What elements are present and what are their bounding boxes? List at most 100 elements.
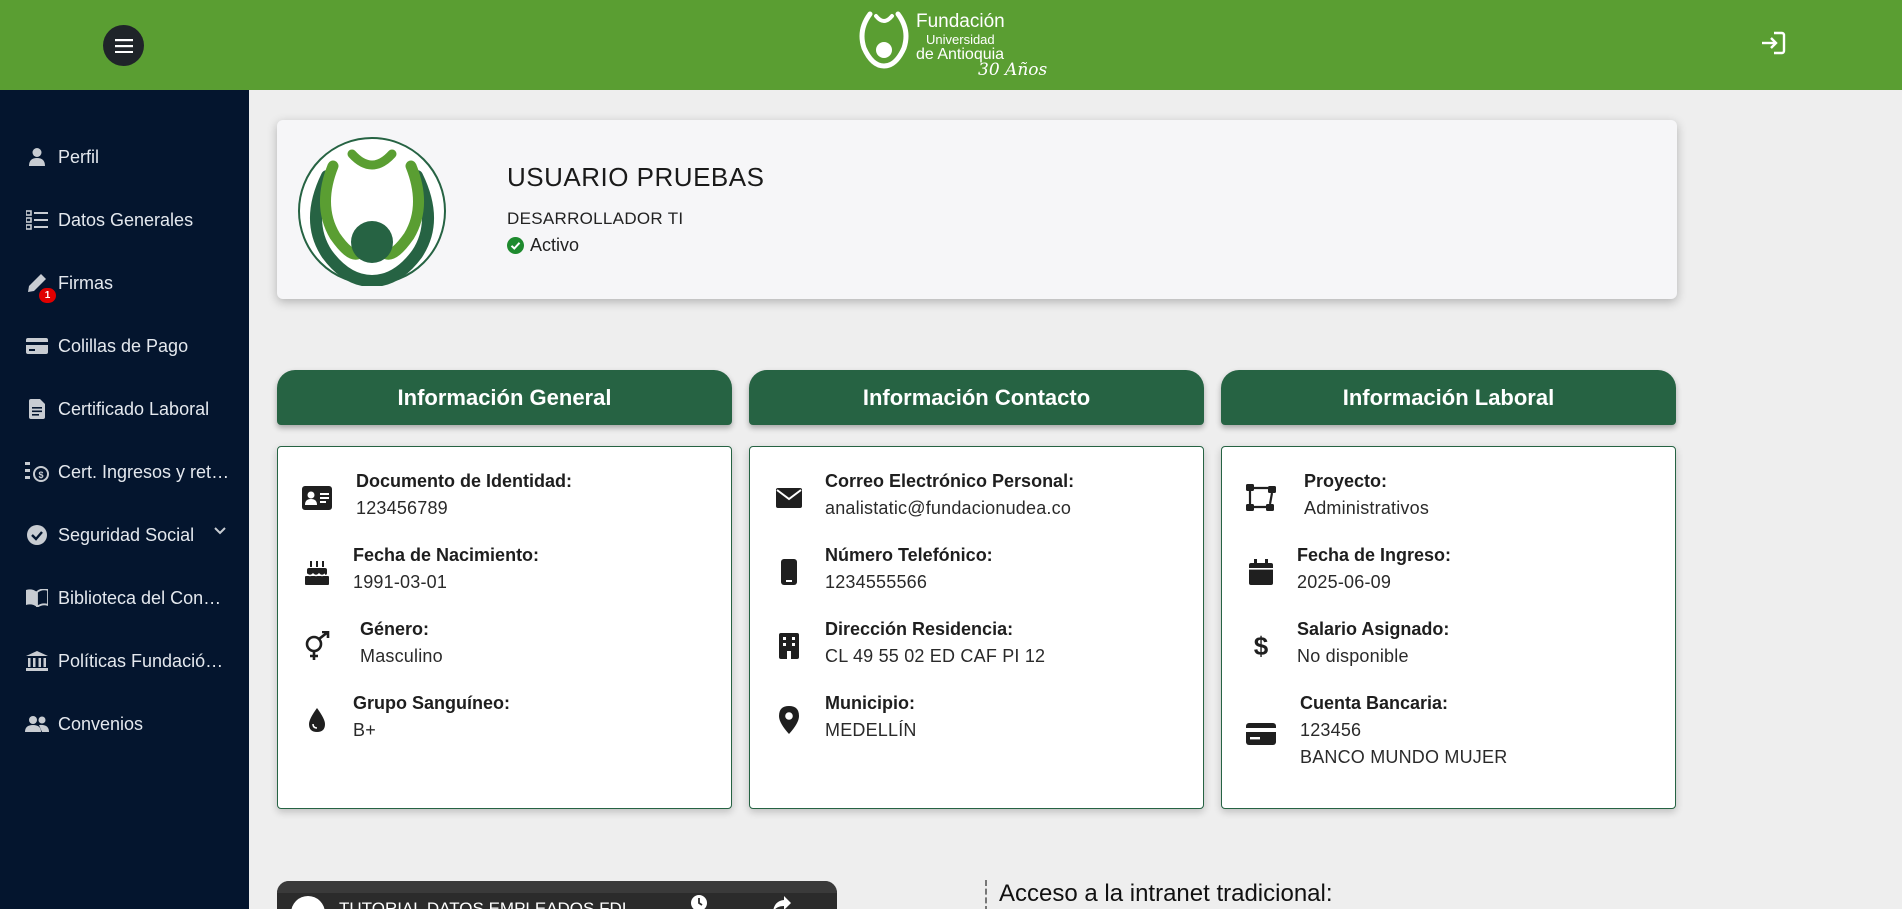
info-value: CL 49 55 02 ED CAF PI 12 [825, 646, 1046, 666]
info-label: Dirección Residencia: [825, 619, 1014, 639]
channel-logo [291, 896, 325, 909]
sidebar-item-label: Certificado Laboral [58, 398, 210, 419]
labor-info-card: Proyecto: Administrativos Fecha de Ingre… [1221, 446, 1676, 809]
info-row-grupo-sanguineo: Grupo Sanguíneo: B+ [278, 693, 731, 753]
sidebar-item-label: Firmas [58, 272, 113, 293]
top-bar: Fundación Universidad de Antioquia 30 Añ… [0, 0, 1902, 90]
info-row-correo: Correo Electrónico Personal: analistatic… [750, 471, 1203, 531]
notification-badge: 1 [39, 288, 56, 303]
info-value: MEDELLÍN [825, 720, 917, 740]
foundation-logo-icon [859, 11, 909, 69]
brand-line-1: Fundación [916, 11, 1005, 32]
map-pin-icon [774, 705, 804, 735]
project-diagram-icon [1246, 483, 1276, 513]
video-window-bar [277, 881, 837, 893]
sidebar-item-biblioteca[interactable]: Biblioteca del Conocimiento [0, 574, 249, 622]
section-header-contact: Información Contacto [749, 370, 1204, 425]
sidebar-item-datos-generales[interactable]: Datos Generales [0, 196, 249, 244]
sidebar-item-firmas[interactable]: 1 Firmas [0, 259, 249, 307]
sidebar-item-cert-ingresos[interactable]: $ Cert. Ingresos y retenciones [0, 448, 249, 496]
avatar [298, 137, 446, 286]
sidebar-item-label: Políticas Fundación UdeA [58, 650, 230, 671]
share-icon [773, 896, 791, 909]
blood-drop-icon [302, 705, 332, 735]
brand-text: Fundación Universidad de Antioquia [916, 12, 1005, 63]
gender-icon [302, 631, 332, 661]
info-label: Proyecto: [1304, 471, 1388, 491]
info-label: Grupo Sanguíneo: [353, 693, 510, 713]
institution-icon [25, 649, 49, 673]
sidebar-item-colillas-de-pago[interactable]: Colillas de Pago [0, 322, 249, 370]
info-row-genero: Género: Masculino [278, 619, 731, 679]
info-value: 1991-03-01 [353, 572, 448, 592]
info-label: Género: [360, 619, 430, 639]
building-icon [774, 631, 804, 661]
sidebar-item-label: Perfil [58, 146, 100, 167]
sidebar-item-seguridad-social[interactable]: Seguridad Social [0, 511, 249, 559]
sidebar-item-label: Biblioteca del Conocimiento [58, 587, 230, 608]
info-value: B+ [353, 720, 376, 740]
brand-logo: Fundación Universidad de Antioquia 30 Añ… [856, 8, 1052, 84]
info-value-bank-name: BANCO MUNDO MUJER [1300, 747, 1508, 767]
money-report-icon: $ [25, 460, 49, 484]
info-row-municipio: Municipio: MEDELLÍN [750, 693, 1203, 753]
sidebar-item-convenios[interactable]: Convenios [0, 700, 249, 748]
hamburger-icon [114, 38, 133, 53]
info-label: Fecha de Ingreso: [1297, 545, 1452, 565]
info-row-cuenta-bancaria: Cuenta Bancaria: 123456 BANCO MUNDO MUJE… [1222, 693, 1675, 775]
intranet-access-title: Acceso a la intranet tradicional: [985, 880, 1333, 909]
status-text: Activo [530, 235, 580, 255]
info-value: analistatic@fundacionudea.co [825, 498, 1072, 518]
bank-card-icon [1246, 719, 1276, 749]
anniversary-mark: 30 Años [978, 60, 1048, 80]
profile-role: DESARROLLADOR TI [507, 209, 684, 228]
user-icon [25, 145, 49, 169]
sidebar-item-certificado-laboral[interactable]: Certificado Laboral [0, 385, 249, 433]
info-row-fecha-ingreso: Fecha de Ingreso: 2025-06-09 [1222, 545, 1675, 605]
info-row-documento: Documento de Identidad: 123456789 [278, 471, 731, 531]
svg-text:$: $ [1254, 632, 1269, 660]
info-label: Documento de Identidad: [356, 471, 572, 491]
mobile-phone-icon [774, 557, 804, 587]
info-value: No disponible [1297, 646, 1409, 666]
login-button[interactable] [1758, 29, 1788, 59]
info-value: Administrativos [1304, 498, 1430, 518]
envelope-icon [774, 483, 804, 513]
info-value: 123456 [1300, 720, 1362, 740]
calendar-icon [1246, 557, 1276, 587]
sidebar-item-label: Colillas de Pago [58, 335, 189, 356]
users-icon [25, 712, 49, 736]
info-label: Salario Asignado: [1297, 619, 1450, 639]
hamburger-menu-button[interactable] [103, 25, 144, 66]
credit-card-icon [25, 334, 49, 358]
contact-info-card: Correo Electrónico Personal: analistatic… [749, 446, 1204, 809]
id-card-icon [302, 483, 332, 513]
section-header-labor: Información Laboral [1221, 370, 1676, 425]
sidebar-item-label: Convenios [58, 713, 144, 734]
book-icon [25, 586, 49, 610]
info-label: Municipio: [825, 693, 915, 713]
svg-text:$: $ [38, 470, 43, 480]
birthday-cake-icon [302, 557, 332, 587]
clock-icon [691, 895, 707, 909]
document-icon [25, 397, 49, 421]
info-value: Masculino [360, 646, 443, 666]
tutorial-video[interactable]: TUTORIAL DATOS EMPLEADOS FDI [277, 881, 837, 909]
dollar-icon: $ [1246, 631, 1276, 661]
chevron-down-icon [214, 527, 226, 535]
info-row-direccion: Dirección Residencia: CL 49 55 02 ED CAF… [750, 619, 1203, 679]
info-row-fecha-nacimiento: Fecha de Nacimiento: 1991-03-01 [278, 545, 731, 605]
brand-line-2: Universidad [926, 32, 995, 47]
sidebar-item-politicas[interactable]: Políticas Fundación UdeA [0, 637, 249, 685]
info-row-telefono: Número Telefónico: 1234555566 [750, 545, 1203, 605]
sidebar-item-label: Seguridad Social [58, 524, 195, 545]
info-value: 1234555566 [825, 572, 928, 592]
info-value: 123456789 [356, 498, 448, 518]
check-circle-icon [507, 237, 524, 254]
info-value: 2025-06-09 [1297, 572, 1392, 592]
video-title: TUTORIAL DATOS EMPLEADOS FDI [339, 899, 627, 909]
sidebar-item-perfil[interactable]: Perfil [0, 133, 249, 181]
profile-name: USUARIO PRUEBAS [507, 162, 765, 192]
info-label: Fecha de Nacimiento: [353, 545, 540, 565]
info-row-salario: $ Salario Asignado: No disponible [1222, 619, 1675, 679]
